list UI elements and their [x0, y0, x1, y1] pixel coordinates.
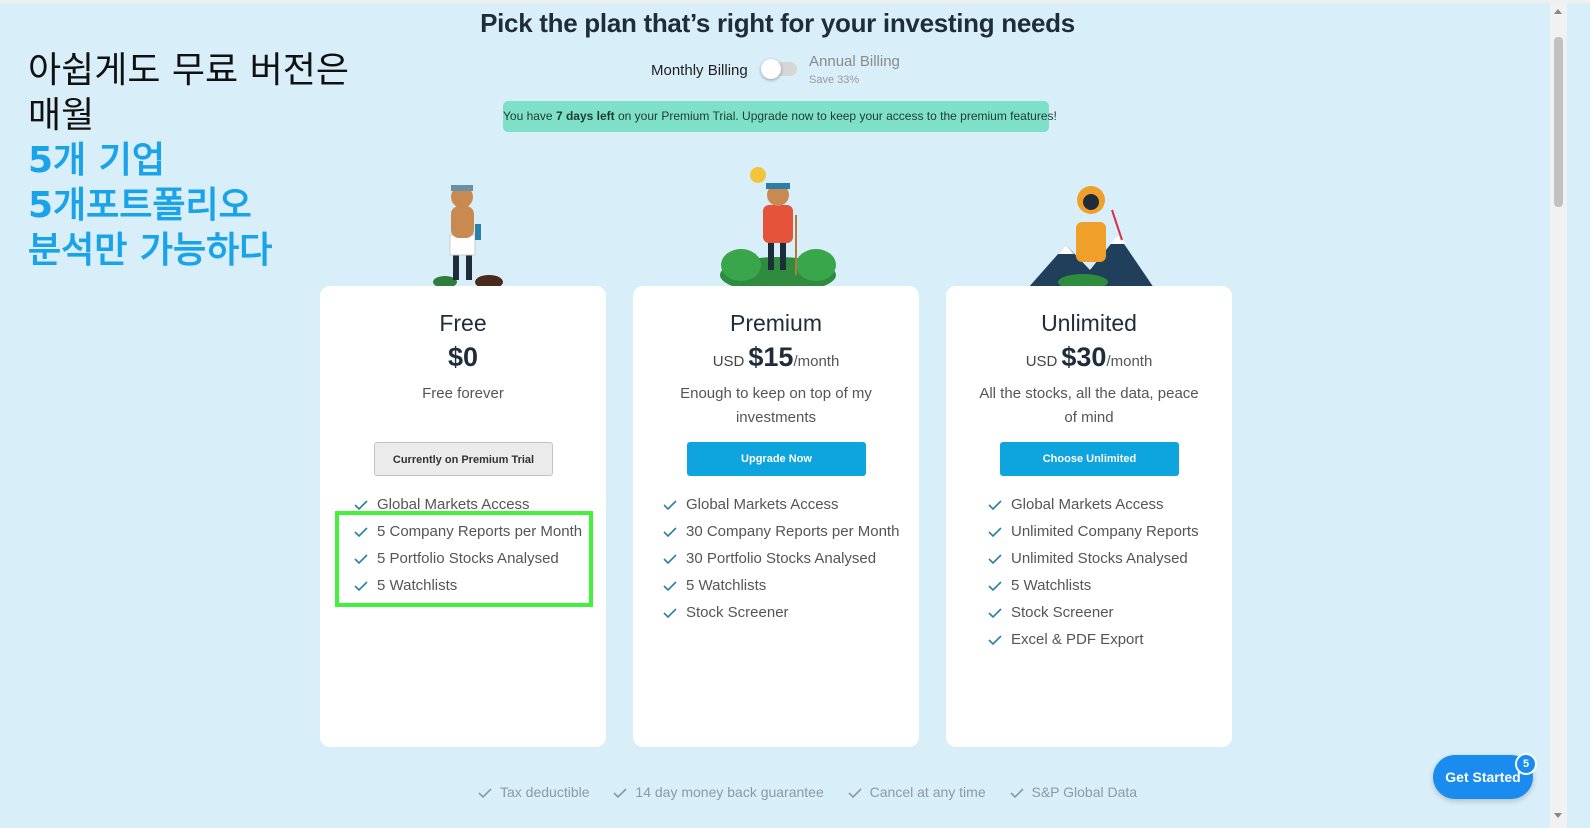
scroll-up-arrow-icon[interactable] — [1554, 9, 1562, 14]
feature-label: Unlimited Stocks Analysed — [1011, 550, 1188, 567]
price-period: /month — [1106, 353, 1153, 370]
hiker-illustration-premium — [720, 167, 836, 288]
monthly-billing-label[interactable]: Monthly Billing — [651, 62, 748, 79]
feature-label: Global Markets Access — [1011, 496, 1164, 513]
plan-name: Unlimited — [1041, 310, 1137, 336]
feature-label: Global Markets Access — [686, 496, 839, 513]
plan-price: USD $15/month — [633, 342, 919, 373]
window-top-border — [0, 0, 1590, 3]
price-currency: USD — [1025, 353, 1058, 370]
guarantee-list: Tax deductible 14 day money back guarant… — [478, 784, 1157, 804]
trial-banner-prefix: You have — [503, 109, 556, 123]
plan-description: Enough to keep on top of my investments — [680, 385, 872, 426]
guarantee-item: Cancel at any time — [848, 784, 986, 800]
toggle-knob — [761, 59, 781, 79]
feature-item: Global Markets Access — [988, 491, 1199, 518]
feature-item: 5 Watchlists — [988, 572, 1199, 599]
price-period: /month — [793, 353, 840, 370]
check-icon — [988, 554, 1002, 565]
check-icon — [1009, 788, 1024, 799]
billing-toggle-switch[interactable] — [761, 59, 797, 79]
check-icon — [988, 527, 1002, 538]
guarantee-label: S&P Global Data — [1031, 784, 1138, 800]
guarantee-label: Tax deductible — [500, 784, 590, 800]
guarantee-label: Cancel at any time — [869, 784, 986, 800]
check-icon — [663, 608, 677, 619]
annual-savings-note: Save 33% — [809, 74, 860, 86]
feature-label: 30 Portfolio Stocks Analysed — [686, 550, 877, 567]
feature-item: 5 Watchlists — [663, 572, 899, 599]
annotation-text: 아쉽게도 무료 버전은 매월 5개 기업 5개포트폴리오 분석만 가능하다 — [28, 48, 349, 273]
check-icon — [478, 788, 492, 799]
annotation-line: 아쉽게도 무료 버전은 — [28, 50, 349, 91]
feature-label: Stock Screener — [686, 604, 789, 621]
guarantee-item: 14 day money back guarantee — [613, 784, 824, 800]
highlight-box — [335, 511, 593, 607]
plan-name: Free — [439, 310, 487, 336]
plan-name: Premium — [729, 310, 822, 336]
check-icon — [663, 554, 677, 565]
guarantee-item: S&P Global Data — [1009, 784, 1138, 800]
plan-price: USD $30/month — [946, 342, 1232, 373]
price-amount: $0 — [447, 342, 479, 372]
feature-item: Stock Screener — [988, 599, 1199, 626]
price-currency: USD — [712, 353, 745, 370]
check-icon — [663, 581, 677, 592]
feature-label: 5 Watchlists — [1011, 577, 1092, 594]
scroll-down-arrow-icon[interactable] — [1554, 813, 1562, 818]
feature-item: Unlimited Company Reports — [988, 518, 1199, 545]
page-title: Pick the plan that’s right for your inve… — [480, 8, 1075, 38]
hiker-illustration-free — [433, 185, 503, 288]
feature-item: 30 Portfolio Stocks Analysed — [663, 545, 899, 572]
get-started-label: Get Started — [1445, 769, 1521, 785]
price-amount: $15 — [748, 342, 794, 372]
feature-label: 5 Watchlists — [686, 577, 767, 594]
guarantee-label: 14 day money back guarantee — [635, 784, 824, 800]
annual-billing-label[interactable]: Annual Billing — [809, 53, 900, 70]
plan-description: All the stocks, all the data, peace of m… — [979, 385, 1199, 426]
current-plan-button[interactable]: Currently on Premium Trial — [374, 442, 553, 476]
feature-list: Global Markets Access 30 Company Reports… — [663, 491, 899, 626]
plan-price: $0 — [320, 342, 606, 373]
check-icon — [988, 608, 1002, 619]
annotation-highlight-line: 분석만 가능하다 — [28, 230, 273, 271]
check-icon — [988, 581, 1002, 592]
choose-unlimited-button[interactable]: Choose Unlimited — [1000, 442, 1179, 476]
check-icon — [354, 500, 368, 511]
plan-card-unlimited: Unlimited USD $30/month All the stocks, a… — [946, 286, 1232, 747]
plan-card-premium: Premium USD $15/month Enough to keep on t… — [633, 286, 919, 747]
feature-item: 30 Company Reports per Month — [663, 518, 899, 545]
scrollbar-thumb[interactable] — [1554, 37, 1563, 207]
check-icon — [988, 500, 1002, 511]
feature-item: Unlimited Stocks Analysed — [988, 545, 1199, 572]
check-icon — [848, 788, 862, 799]
plan-description: Free forever — [422, 385, 504, 402]
annotation-highlight-line: 5개포트폴리오 — [28, 185, 252, 226]
price-amount: $30 — [1061, 342, 1107, 372]
climber-illustration-unlimited — [1028, 186, 1154, 288]
feature-list: Global Markets Access Unlimited Company … — [988, 491, 1199, 653]
trial-banner-suffix: on your Premium Trial. Upgrade now to ke… — [614, 109, 1057, 123]
guarantee-item: Tax deductible — [478, 784, 590, 800]
feature-label: Excel & PDF Export — [1011, 631, 1144, 648]
annotation-line: 매월 — [28, 95, 95, 136]
check-icon — [988, 635, 1002, 646]
feature-item: Stock Screener — [663, 599, 899, 626]
trial-banner: You have 7 days left on your Premium Tri… — [503, 101, 1057, 132]
upgrade-now-button[interactable]: Upgrade Now — [687, 442, 866, 476]
check-icon — [663, 500, 677, 511]
feature-label: 30 Company Reports per Month — [686, 523, 900, 540]
check-icon — [613, 788, 627, 799]
feature-item: Excel & PDF Export — [988, 626, 1199, 653]
annotation-highlight-line: 5개 기업 — [28, 140, 165, 181]
check-icon — [663, 527, 677, 538]
feature-label: Unlimited Company Reports — [1011, 523, 1199, 540]
feature-label: Stock Screener — [1011, 604, 1114, 621]
feature-item: Global Markets Access — [663, 491, 899, 518]
get-started-chat-button[interactable]: Get Started 5 — [1433, 753, 1537, 799]
notification-badge: 5 — [1515, 753, 1537, 775]
vertical-scrollbar[interactable] — [1550, 3, 1567, 828]
trial-days-left: 7 days left — [555, 109, 615, 123]
